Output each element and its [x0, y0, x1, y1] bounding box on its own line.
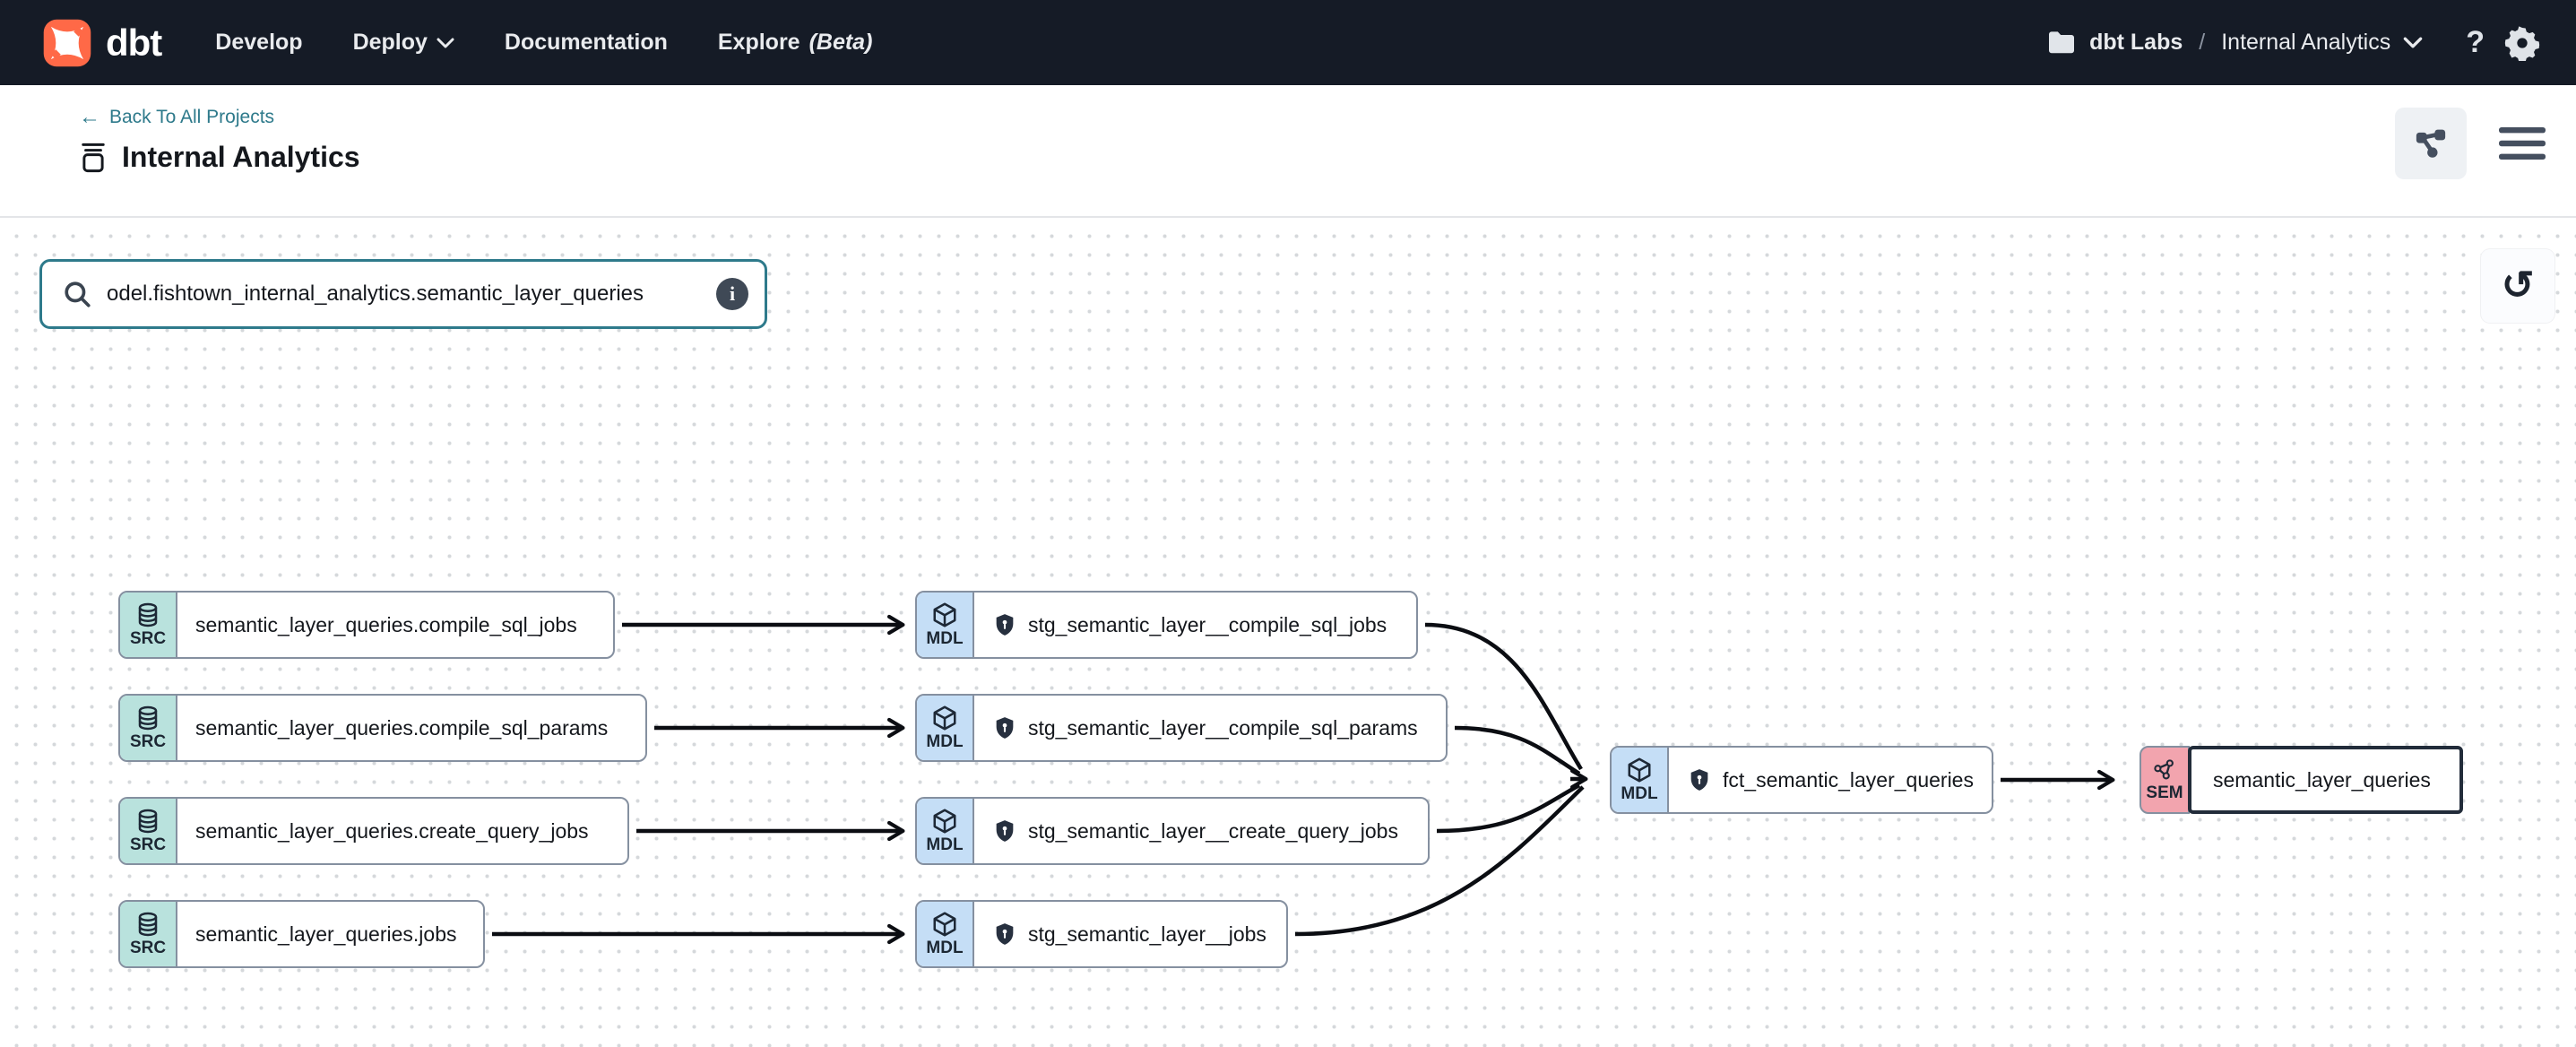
- graph-node-src-create-query-jobs[interactable]: SRC semantic_layer_queries.create_query_…: [118, 797, 629, 865]
- database-icon: [134, 705, 161, 731]
- search-input[interactable]: odel.fishtown_internal_analytics.semanti…: [39, 259, 767, 329]
- dbt-logo[interactable]: dbt: [41, 17, 161, 69]
- node-label: stg_semantic_layer__jobs: [974, 902, 1286, 966]
- chevron-down-icon: [437, 38, 454, 48]
- lineage-view-button[interactable]: [2395, 108, 2467, 179]
- top-nav: dbt Develop Deploy Documentation Explore…: [0, 0, 2576, 85]
- page-title: Internal Analytics: [79, 141, 360, 174]
- graph-node-stg-compile-sql-jobs[interactable]: MDL stg_semantic_layer__compile_sql_jobs: [915, 591, 1418, 659]
- cube-icon: [931, 911, 958, 938]
- lineage-icon: [2411, 124, 2451, 163]
- node-badge-sem: SEM: [2139, 746, 2190, 814]
- node-label: semantic_layer_queries: [2188, 746, 2463, 814]
- graph-node-src-jobs[interactable]: SRC semantic_layer_queries.jobs: [118, 900, 485, 968]
- chevron-down-icon: [2403, 37, 2423, 48]
- graph-node-fct-semantic-layer-queries[interactable]: MDL fct_semantic_layer_queries: [1610, 746, 1993, 814]
- database-icon: [134, 601, 161, 628]
- node-badge-src: SRC: [120, 696, 177, 760]
- hamburger-icon: [2497, 124, 2547, 163]
- cube-icon: [931, 601, 958, 628]
- graph-node-stg-jobs[interactable]: MDL stg_semantic_layer__jobs: [915, 900, 1288, 968]
- node-label: semantic_layer_queries.compile_sql_jobs: [177, 593, 613, 657]
- node-badge-mdl: MDL: [917, 799, 974, 863]
- shield-icon: [1687, 767, 1712, 792]
- cube-icon: [1626, 757, 1653, 783]
- graph-node-src-compile-sql-params[interactable]: SRC semantic_layer_queries.compile_sql_p…: [118, 694, 647, 762]
- back-arrow-icon: ←: [79, 105, 100, 130]
- brand-text: dbt: [106, 22, 161, 65]
- cube-icon: [931, 808, 958, 835]
- node-badge-mdl: MDL: [1612, 748, 1669, 812]
- node-label: stg_semantic_layer__compile_sql_params: [974, 696, 1446, 760]
- node-badge-src: SRC: [120, 593, 177, 657]
- nav-items: Develop Deploy Documentation Explore(Bet…: [215, 30, 872, 56]
- search-value: odel.fishtown_internal_analytics.semanti…: [107, 281, 702, 307]
- graph-node-stg-compile-sql-params[interactable]: MDL stg_semantic_layer__compile_sql_para…: [915, 694, 1448, 762]
- node-badge-src: SRC: [120, 799, 177, 863]
- nav-item-documentation[interactable]: Documentation: [505, 30, 668, 56]
- node-label: stg_semantic_layer__compile_sql_jobs: [974, 593, 1416, 657]
- project-icon: [79, 142, 108, 174]
- graph-node-semantic-layer-queries[interactable]: SEM semantic_layer_queries: [2139, 746, 2463, 814]
- nav-item-explore[interactable]: Explore(Beta): [718, 30, 873, 56]
- node-label: fct_semantic_layer_queries: [1669, 748, 1992, 812]
- menu-button[interactable]: [2486, 108, 2558, 179]
- database-icon: [134, 808, 161, 835]
- dbt-logo-icon: [41, 17, 93, 69]
- shield-icon: [992, 715, 1017, 740]
- gear-icon[interactable]: [2504, 25, 2540, 61]
- node-label: semantic_layer_queries.compile_sql_param…: [177, 696, 645, 760]
- page-title-text: Internal Analytics: [122, 141, 360, 174]
- node-label: semantic_layer_queries.jobs: [177, 902, 483, 966]
- node-label: semantic_layer_queries.create_query_jobs: [177, 799, 627, 863]
- node-badge-mdl: MDL: [917, 902, 974, 966]
- shield-icon: [992, 922, 1017, 947]
- back-to-projects-link[interactable]: ← Back To All Projects: [79, 105, 274, 130]
- graph-node-stg-create-query-jobs[interactable]: MDL stg_semantic_layer__create_query_job…: [915, 797, 1430, 865]
- breadcrumb-separator: /: [2195, 30, 2209, 56]
- nav-item-develop[interactable]: Develop: [215, 30, 302, 56]
- node-label: stg_semantic_layer__create_query_jobs: [974, 799, 1428, 863]
- reset-view-button[interactable]: ↺: [2481, 249, 2554, 323]
- node-badge-mdl: MDL: [917, 696, 974, 760]
- graph-node-src-compile-sql-jobs[interactable]: SRC semantic_layer_queries.compile_sql_j…: [118, 591, 615, 659]
- back-link-label: Back To All Projects: [109, 107, 274, 128]
- node-badge-src: SRC: [120, 902, 177, 966]
- info-icon[interactable]: i: [716, 278, 748, 310]
- page-header: ← Back To All Projects Internal Analytic…: [0, 85, 2576, 218]
- account-breadcrumb[interactable]: dbt Labs / Internal Analytics: [2046, 30, 2423, 56]
- shield-icon: [992, 818, 1017, 844]
- database-icon: [134, 911, 161, 938]
- folder-icon: [2046, 30, 2077, 56]
- project-name: Internal Analytics: [2221, 30, 2390, 56]
- node-badge-mdl: MDL: [917, 593, 974, 657]
- cube-icon: [931, 705, 958, 731]
- lineage-canvas[interactable]: odel.fishtown_internal_analytics.semanti…: [0, 220, 2576, 1047]
- semantic-network-icon: [2152, 757, 2177, 783]
- nav-item-deploy[interactable]: Deploy: [353, 30, 454, 56]
- nav-right: dbt Labs / Internal Analytics ?: [2046, 25, 2540, 61]
- help-icon[interactable]: ?: [2466, 25, 2485, 60]
- org-name: dbt Labs: [2089, 30, 2183, 56]
- search-icon: [62, 279, 92, 309]
- shield-icon: [992, 612, 1017, 637]
- reset-icon: ↺: [2502, 266, 2535, 306]
